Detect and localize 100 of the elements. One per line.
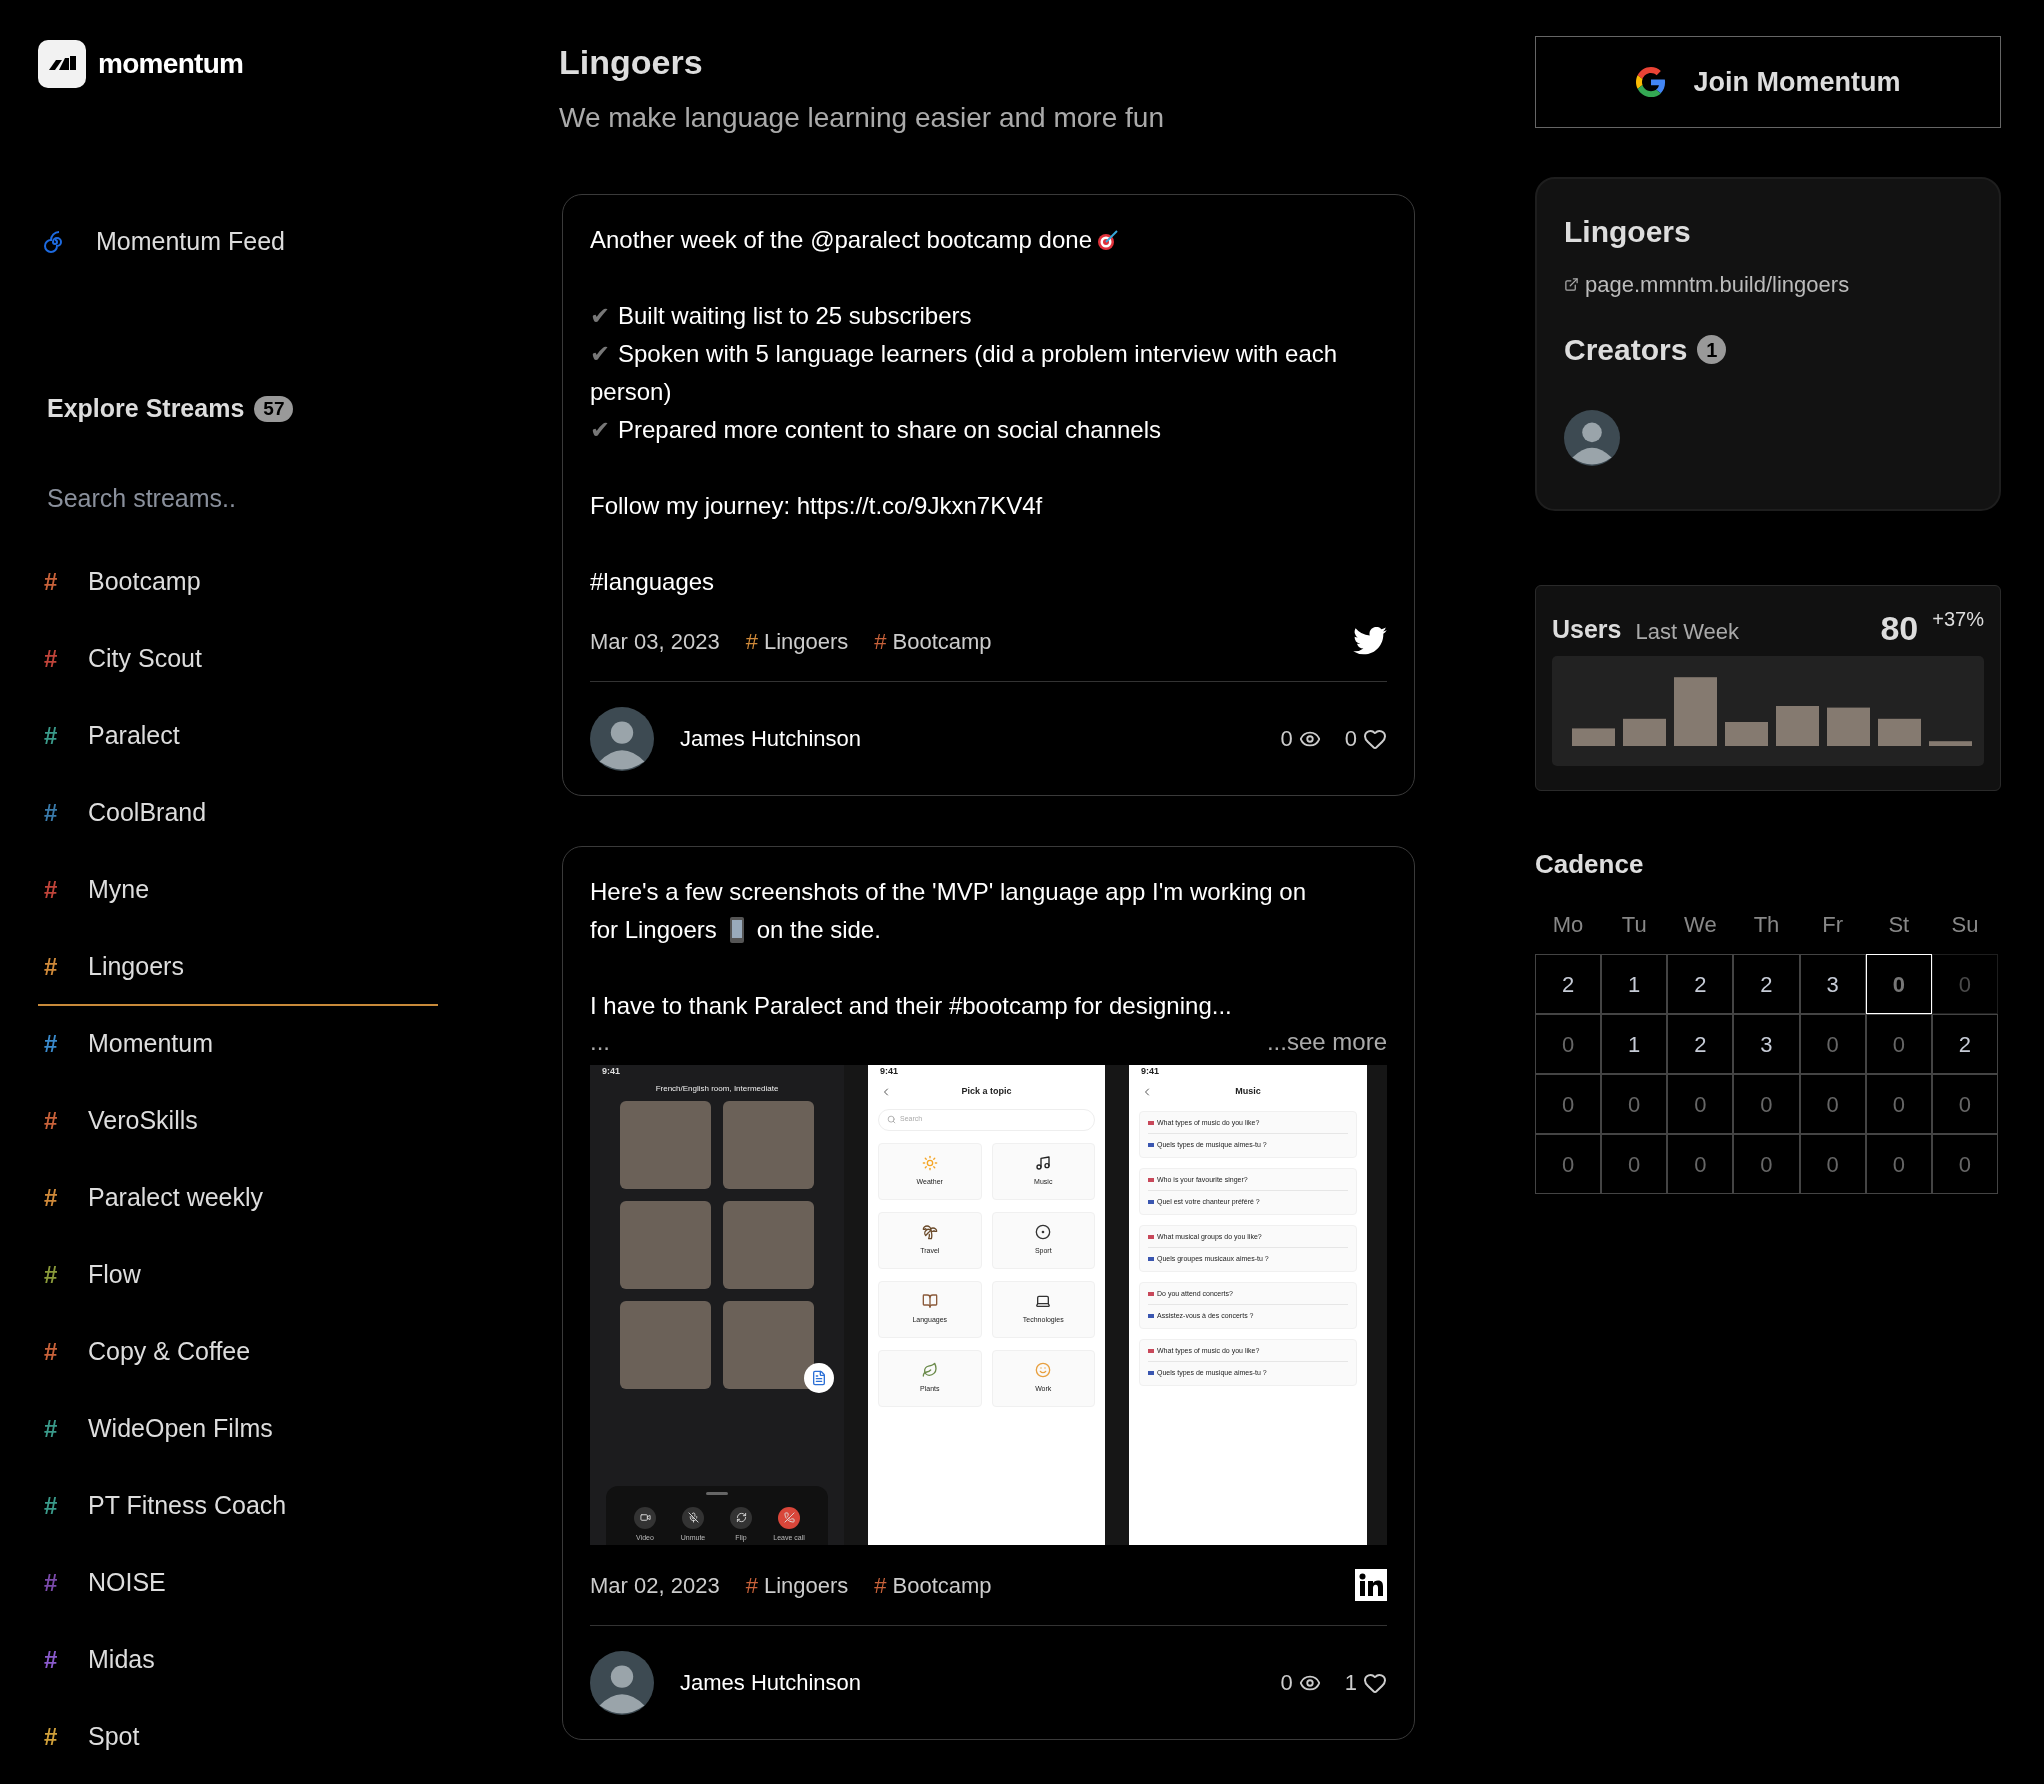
cadence-cell: 0 xyxy=(1931,954,1998,1014)
users-value: 80 xyxy=(1880,608,1919,648)
flag-icon xyxy=(1148,1291,1154,1296)
status-time: 9:41 xyxy=(880,1065,898,1079)
chart-bar xyxy=(1572,728,1615,746)
avatar xyxy=(590,706,654,771)
linkedin-icon[interactable] xyxy=(1355,1569,1387,1601)
flag-icon xyxy=(1148,1314,1154,1319)
call-control-icon xyxy=(783,1512,795,1523)
chart-bar xyxy=(1776,706,1819,746)
creators-title: Creators xyxy=(1564,332,1688,368)
stream-item[interactable]: # Lingoers xyxy=(38,929,438,1006)
stream-item[interactable]: # City Scout xyxy=(38,621,438,698)
stream-label: Paralect weekly xyxy=(88,1181,264,1213)
stream-item[interactable]: # Myne xyxy=(38,852,438,929)
cadence-cell: 2 xyxy=(1733,954,1800,1014)
call-control-button[interactable] xyxy=(634,1506,656,1529)
cadence-cell: 0 xyxy=(1667,1074,1734,1134)
hash-mark: # xyxy=(44,1644,59,1675)
stream-item[interactable]: # Spot xyxy=(38,1699,438,1776)
stream-label: Lingoers xyxy=(88,950,184,982)
room-label: French/English room, Intermediate xyxy=(654,1083,780,1095)
target-icon xyxy=(1096,228,1120,252)
tag-link[interactable]: Lingoers xyxy=(763,624,849,658)
post-text: ✔ Prepared more content to share on social channels xyxy=(590,415,1162,445)
bird-icon[interactable] xyxy=(1353,627,1387,655)
hash-mark: # xyxy=(44,1721,59,1752)
post-text: on the side. xyxy=(756,915,881,945)
hash-mark: # xyxy=(44,1413,59,1444)
cadence-cell: 3 xyxy=(1799,954,1866,1014)
count-badge: 1 xyxy=(1697,335,1727,364)
weekday-label: Fr xyxy=(1821,911,1844,939)
stream-label: Flow xyxy=(88,1258,141,1290)
cadence-cell: 0 xyxy=(1799,1014,1866,1074)
flag-icon xyxy=(1148,1234,1154,1239)
author-name: James Hutchinson xyxy=(680,725,861,753)
cadence-cell: 0 xyxy=(1865,1134,1932,1194)
see-more-link[interactable]: ...see more xyxy=(1266,1025,1387,1059)
stream-item[interactable]: # PT Fitness Coach xyxy=(38,1468,438,1545)
call-control-button[interactable] xyxy=(730,1506,752,1529)
search-field[interactable]: Search streams.. xyxy=(47,478,427,518)
document-icon xyxy=(811,1370,827,1386)
stream-label: CoolBrand xyxy=(88,796,207,828)
stream-label: Copy & Coffee xyxy=(88,1335,251,1367)
cadence-cell: 0 xyxy=(1535,1134,1602,1194)
stream-label: WideOpen Films xyxy=(88,1412,273,1444)
stream-item[interactable]: # Paralect weekly xyxy=(38,1160,438,1237)
stream-item[interactable]: # VeroSkills xyxy=(38,1083,438,1160)
chart-bar xyxy=(1623,718,1666,746)
weekday-label: Su xyxy=(1950,911,1980,939)
hash-mark: # xyxy=(44,643,59,674)
hash-mark: # xyxy=(44,874,59,905)
stream-item[interactable]: # Midas xyxy=(38,1622,438,1699)
users-title: Users xyxy=(1552,613,1622,645)
stream-item[interactable]: # CoolBrand xyxy=(38,775,438,852)
topic-icon xyxy=(921,1154,938,1171)
search-icon xyxy=(887,1115,896,1124)
call-control-button[interactable] xyxy=(682,1506,704,1529)
stream-item[interactable]: # Copy & Coffee xyxy=(38,1314,438,1391)
cadence-title: Cadence xyxy=(1535,848,1645,881)
cadence-cell: 2 xyxy=(1931,1014,1998,1074)
call-control-button[interactable] xyxy=(778,1506,800,1529)
topic-icon xyxy=(921,1292,938,1309)
cadence-cell: 2 xyxy=(1667,954,1734,1014)
cadence-cell: 0 xyxy=(1799,1074,1866,1134)
count-badge: 57 xyxy=(254,396,294,422)
stream-title: Lingoers xyxy=(1564,214,1692,250)
stream-item[interactable]: # Paralect xyxy=(38,698,438,775)
stream-item[interactable]: # NOISE xyxy=(38,1545,438,1622)
feed-link[interactable]: Momentum Feed xyxy=(38,222,438,262)
post-text: Follow my journey: https://t.co/9Jkxn7KV4f xyxy=(590,491,1044,521)
weekday-label: St xyxy=(1887,911,1911,939)
page-subtitle: We make language learning easier and more fun xyxy=(559,101,1165,135)
tag-link[interactable]: Bootcamp xyxy=(892,624,992,658)
cadence-cell: 0 xyxy=(1535,1014,1602,1074)
hash-mark: # xyxy=(874,627,887,656)
post-text: ✔ Spoken with 5 language learners (did a problem interview with each person) xyxy=(590,339,1339,407)
tag-link[interactable]: Lingoers xyxy=(763,1568,849,1602)
stream-link[interactable]: page.mmntm.build/lingoers xyxy=(1585,268,1850,301)
weekday-label: Tu xyxy=(1620,911,1648,939)
view-count: 0 xyxy=(1280,1669,1293,1697)
topic-icon xyxy=(1035,1223,1052,1240)
flag-icon xyxy=(1148,1177,1154,1182)
document-button[interactable] xyxy=(804,1363,834,1393)
tag-link[interactable]: Bootcamp xyxy=(892,1568,992,1602)
screen-title: Pick a topic xyxy=(960,1085,1013,1098)
post-date: Mar 02, 2023 xyxy=(590,1571,720,1600)
cadence-cell: 0 xyxy=(1601,1074,1668,1134)
stream-item[interactable]: # WideOpen Films xyxy=(38,1391,438,1468)
stream-label: Momentum xyxy=(88,1027,214,1059)
status-time: 9:41 xyxy=(1141,1065,1159,1079)
like-count: 1 xyxy=(1344,1669,1357,1697)
stream-item[interactable]: # Flow xyxy=(38,1237,438,1314)
hash-mark: # xyxy=(44,1490,59,1521)
drag-handle[interactable] xyxy=(706,1491,728,1495)
post-date: Mar 03, 2023 xyxy=(590,627,720,656)
join-button[interactable]: Join Momentum xyxy=(1535,36,2001,128)
chart-bar xyxy=(1929,741,1972,746)
stream-item[interactable]: # Momentum xyxy=(38,1006,438,1083)
stream-item[interactable]: # Bootcamp xyxy=(38,544,438,621)
